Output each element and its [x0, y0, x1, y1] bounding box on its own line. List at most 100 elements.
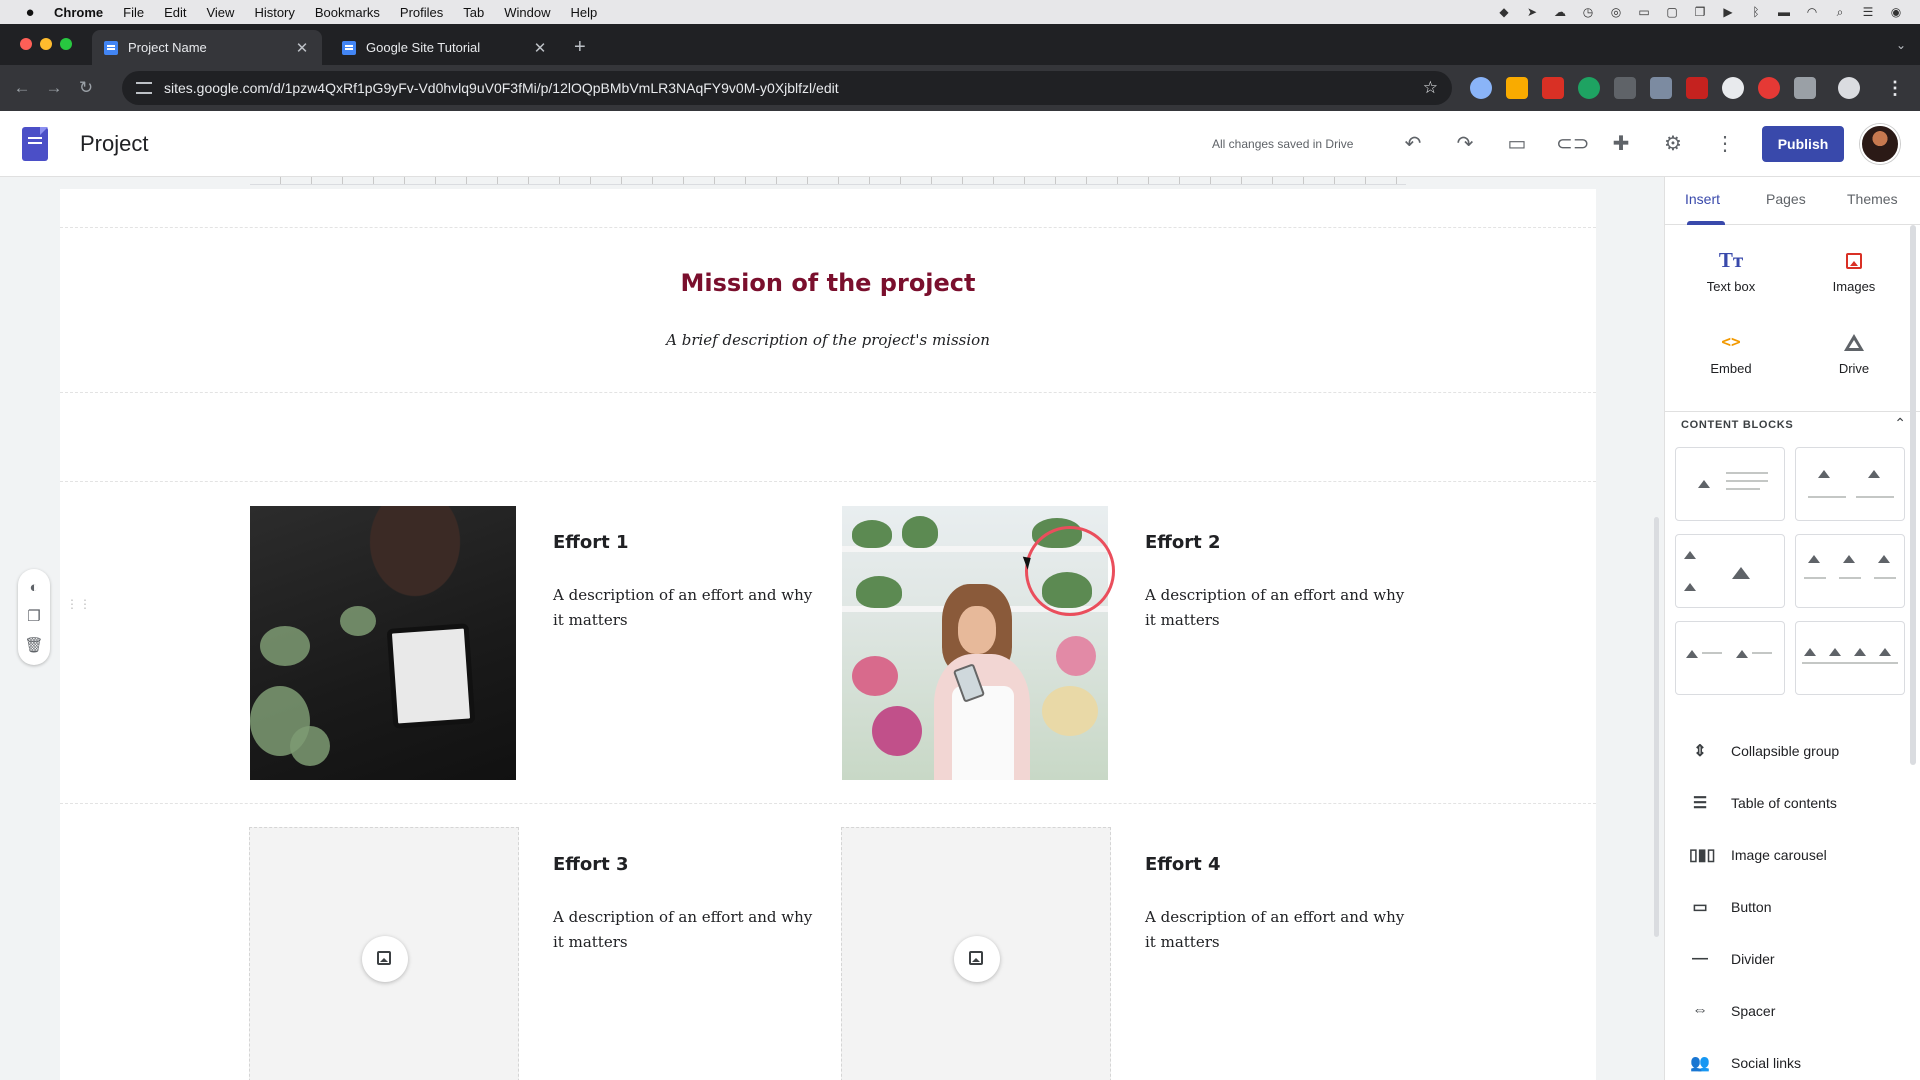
menu-history[interactable]: History [254, 5, 294, 20]
battery-icon[interactable]: ▬ [1776, 5, 1792, 19]
account-avatar[interactable] [1860, 124, 1900, 164]
menu-tab[interactable]: Tab [463, 5, 484, 20]
insert-images[interactable]: Images [1794, 247, 1914, 294]
tab-pages[interactable]: Pages [1766, 191, 1806, 207]
display-icon[interactable]: ▭ [1636, 5, 1652, 19]
url-text[interactable]: sites.google.com/d/1pzw4QxRf1pG9yFv-Vd0h… [164, 80, 1423, 96]
extension-6-icon[interactable] [1650, 77, 1672, 99]
minimize-window-icon[interactable] [40, 38, 52, 50]
effort-2-title[interactable]: Effort 2 [1145, 532, 1221, 553]
effort-3-image-placeholder[interactable] [249, 827, 519, 1080]
insert-drive[interactable]: Drive [1794, 329, 1914, 376]
add-image-icon[interactable] [954, 936, 1000, 982]
insert-text-box[interactable]: Tт Text box [1671, 247, 1791, 294]
panel-scrollbar[interactable] [1910, 225, 1916, 765]
palette-icon[interactable]: ◐ [29, 579, 38, 597]
menu-view[interactable]: View [206, 5, 234, 20]
canvas-scrollbar[interactable] [1654, 517, 1659, 937]
cloud-icon[interactable]: ☁ [1552, 5, 1568, 19]
spotlight-icon[interactable]: ⌕ [1832, 5, 1848, 19]
dropbox-icon[interactable]: ◆ [1496, 5, 1512, 19]
extension-1-icon[interactable] [1470, 77, 1492, 99]
content-block-two-images[interactable] [1795, 447, 1905, 521]
control-center-icon[interactable]: ☰ [1860, 5, 1876, 19]
menu-edit[interactable]: Edit [164, 5, 186, 20]
content-block-image-text[interactable] [1675, 447, 1785, 521]
effort-4-image-placeholder[interactable] [841, 827, 1111, 1080]
forward-icon[interactable]: → [44, 78, 64, 98]
bookmark-star-icon[interactable]: ☆ [1423, 78, 1438, 98]
effort-1-image[interactable] [250, 506, 516, 780]
extension-5-icon[interactable] [1614, 77, 1636, 99]
content-block-three-columns[interactable] [1795, 534, 1905, 608]
reload-icon[interactable]: ↻ [76, 78, 96, 98]
more-options-icon[interactable]: ⋮ [1712, 131, 1738, 157]
extension-8-icon[interactable] [1722, 77, 1744, 99]
content-block-image-text-pair[interactable] [1675, 621, 1785, 695]
chrome-menu-icon[interactable]: ⋮ [1886, 78, 1904, 99]
extension-4-icon[interactable] [1578, 77, 1600, 99]
effort-4-description[interactable]: A description of an effort and why it ma… [1145, 905, 1415, 955]
back-icon[interactable]: ← [12, 78, 32, 98]
site-title[interactable]: Project [80, 131, 148, 157]
address-bar[interactable]: sites.google.com/d/1pzw4QxRf1pG9yFv-Vd0h… [122, 71, 1452, 105]
menu-window[interactable]: Window [504, 5, 550, 20]
extension-9-icon[interactable] [1758, 77, 1780, 99]
effort-1-title[interactable]: Effort 1 [553, 532, 629, 553]
insert-image-carousel[interactable]: ▯▮▯ Image carousel [1689, 840, 1827, 870]
settings-gear-icon[interactable]: ⚙ [1660, 131, 1686, 157]
publish-button[interactable]: Publish [1762, 126, 1844, 162]
close-window-icon[interactable] [20, 38, 32, 50]
preview-devices-icon[interactable]: ▭ [1504, 131, 1530, 157]
wifi-icon[interactable]: ◠ [1804, 5, 1820, 19]
sync-icon[interactable]: ◎ [1608, 5, 1624, 19]
collapse-chevron-icon[interactable]: ⌃ [1894, 415, 1906, 432]
pointer-icon[interactable]: ➤ [1524, 5, 1540, 19]
close-tab-icon[interactable]: ✕ [294, 39, 310, 57]
menu-profiles[interactable]: Profiles [400, 5, 443, 20]
duplicate-section-icon[interactable]: ❐ [27, 608, 40, 626]
mission-description[interactable]: A brief description of the project's mis… [60, 331, 1596, 349]
bluetooth-icon[interactable]: ᛒ [1748, 5, 1764, 19]
add-image-icon[interactable] [362, 936, 408, 982]
tab-search-chevron-icon[interactable]: ⌄ [1896, 38, 1906, 52]
menu-bookmarks[interactable]: Bookmarks [315, 5, 380, 20]
drag-handle-icon[interactable]: ⋮⋮ [66, 598, 92, 610]
mission-heading[interactable]: Mission of the project [60, 269, 1596, 297]
siri-icon[interactable]: ◉ [1888, 5, 1904, 19]
lock-icon[interactable]: ▢ [1664, 5, 1680, 19]
site-info-icon[interactable] [136, 82, 152, 94]
effort-3-title[interactable]: Effort 3 [553, 854, 629, 875]
zoom-window-icon[interactable] [60, 38, 72, 50]
new-tab-icon[interactable]: + [574, 37, 586, 57]
copy-link-icon[interactable]: ⊂⊃ [1556, 131, 1590, 157]
content-block-four-columns[interactable] [1795, 621, 1905, 695]
redo-icon[interactable]: ↷ [1452, 131, 1478, 157]
close-tab-icon[interactable]: ✕ [532, 39, 548, 57]
apple-menu-icon[interactable]: ● [20, 4, 40, 21]
insert-spacer[interactable]: ⇔ Spacer [1689, 996, 1775, 1026]
tab-insert[interactable]: Insert [1685, 191, 1720, 207]
insert-embed[interactable]: <> Embed [1671, 329, 1791, 376]
extension-2-icon[interactable] [1506, 77, 1528, 99]
browser-tab-google-site-tutorial[interactable]: Google Site Tutorial ✕ [330, 30, 560, 65]
effort-3-description[interactable]: A description of an effort and why it ma… [553, 905, 823, 955]
delete-section-icon[interactable]: 🗑 [24, 637, 43, 655]
menu-help[interactable]: Help [571, 5, 598, 20]
window-icon[interactable]: ❐ [1692, 5, 1708, 19]
google-sites-logo-icon[interactable] [22, 127, 48, 161]
insert-button[interactable]: ▭ Button [1689, 892, 1771, 922]
content-block-image-grid[interactable] [1675, 534, 1785, 608]
extension-7-icon[interactable] [1686, 77, 1708, 99]
effort-1-description[interactable]: A description of an effort and why it ma… [553, 583, 823, 633]
clock-icon[interactable]: ◷ [1580, 5, 1596, 19]
insert-table-of-contents[interactable]: ☰ Table of contents [1689, 788, 1837, 818]
menu-chrome[interactable]: Chrome [54, 5, 103, 20]
menu-file[interactable]: File [123, 5, 144, 20]
effort-2-description[interactable]: A description of an effort and why it ma… [1145, 583, 1415, 633]
profile-icon[interactable] [1838, 77, 1860, 99]
play-icon[interactable]: ▶ [1720, 5, 1736, 19]
insert-collapsible-group[interactable]: ⇕ Collapsible group [1689, 736, 1839, 766]
insert-divider[interactable]: — Divider [1689, 944, 1775, 974]
undo-icon[interactable]: ↶ [1400, 131, 1426, 157]
